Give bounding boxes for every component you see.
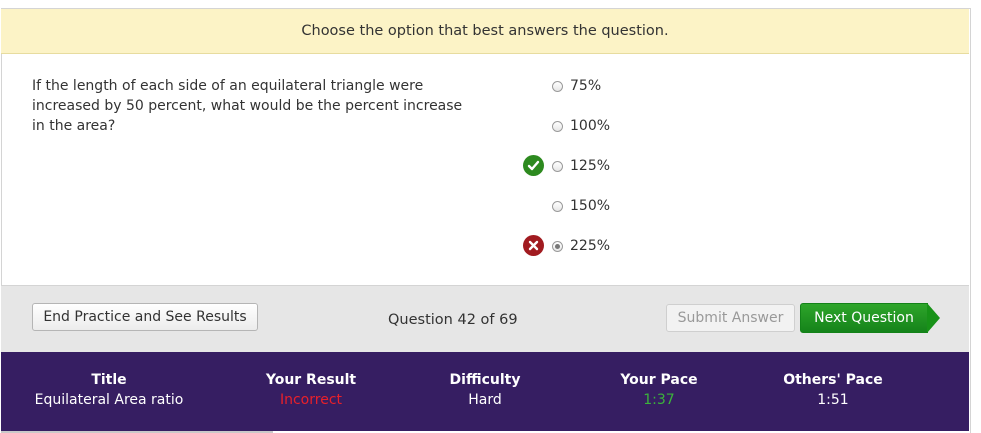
option-label: 125% <box>570 158 611 174</box>
stat-label: Your Result <box>265 372 357 388</box>
stat-your-pace: Your Pace 1:37 <box>589 372 729 412</box>
correct-check-icon <box>523 155 544 176</box>
answer-option-2[interactable]: 100% <box>552 116 610 136</box>
option-label: 75% <box>570 78 602 94</box>
radio-button[interactable] <box>552 160 563 172</box>
incorrect-x-icon <box>523 235 544 256</box>
answer-option-1[interactable]: 75% <box>552 76 601 96</box>
answer-option-5[interactable]: 225% <box>552 236 610 256</box>
instruction-banner: Choose the option that best answers the … <box>1 9 969 54</box>
stat-title: Title Equilateral Area ratio <box>9 372 209 412</box>
option-label: 100% <box>570 118 611 134</box>
end-practice-button[interactable]: End Practice and See Results <box>32 303 258 331</box>
stat-result: Your Result Incorrect <box>231 372 391 412</box>
stat-label: Your Pace <box>620 372 698 388</box>
stat-value: Incorrect <box>279 392 343 408</box>
option-label: 150% <box>570 198 611 214</box>
instruction-text: Choose the option that best answers the … <box>301 23 669 39</box>
stat-others-pace: Others' Pace 1:51 <box>753 372 913 412</box>
stat-value: Equilateral Area ratio <box>34 392 184 408</box>
submit-answer-button[interactable]: Submit Answer <box>666 304 795 332</box>
radio-button[interactable] <box>552 120 563 132</box>
stat-label: Difficulty <box>449 372 521 388</box>
stat-difficulty: Difficulty Hard <box>415 372 555 412</box>
stat-value: 1:37 <box>643 392 675 408</box>
answer-option-3[interactable]: 125% <box>552 156 610 176</box>
stat-value: 1:51 <box>817 392 849 408</box>
option-label: 225% <box>570 238 611 254</box>
question-text: If the length of each side of an equilat… <box>32 78 463 134</box>
stats-bar: Title Equilateral Area ratio Your Result… <box>1 352 969 431</box>
radio-button[interactable] <box>552 80 563 92</box>
stat-label: Others' Pace <box>783 372 883 388</box>
answer-option-4[interactable]: 150% <box>552 196 610 216</box>
stat-value: Hard <box>468 392 502 408</box>
question-counter: Question 42 of 69 <box>388 312 518 328</box>
radio-button-selected[interactable] <box>552 240 563 252</box>
next-question-button[interactable]: Next Question <box>800 303 928 333</box>
radio-button[interactable] <box>552 200 563 212</box>
next-arrow-icon[interactable] <box>927 303 940 333</box>
stat-label: Title <box>91 372 127 388</box>
